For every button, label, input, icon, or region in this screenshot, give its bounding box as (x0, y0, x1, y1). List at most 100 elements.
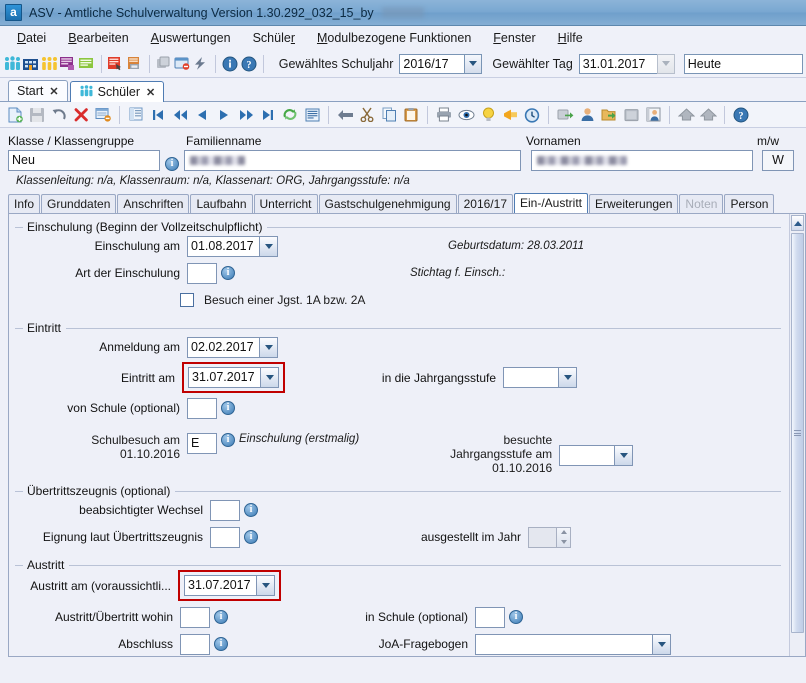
menu-hilfe[interactable]: Hilfe (547, 29, 594, 47)
joa-fragebogen-combo[interactable] (475, 633, 671, 655)
next-record-icon[interactable] (213, 104, 235, 126)
schoolyear-combo[interactable]: 2016/17 (399, 53, 483, 74)
info-icon[interactable]: i (221, 266, 235, 280)
refresh-icon[interactable] (279, 104, 301, 126)
vertical-scrollbar[interactable] (789, 214, 805, 656)
up-arrow-all-icon[interactable] (697, 104, 719, 126)
hint-icon[interactable] (477, 104, 499, 126)
students-icon[interactable] (3, 53, 22, 75)
info-icon[interactable]: i (165, 157, 179, 171)
vornamen-input[interactable] (531, 150, 753, 171)
red-book-icon[interactable] (107, 53, 126, 75)
in-die-jahrgangsstufe-combo[interactable] (503, 367, 577, 388)
tab-info[interactable]: Info (8, 194, 41, 213)
print-report-icon[interactable] (125, 53, 144, 75)
new-record-icon[interactable] (4, 104, 26, 126)
prev-record-icon[interactable] (191, 104, 213, 126)
clock-icon[interactable] (521, 104, 543, 126)
spin-up-button[interactable] (557, 528, 570, 538)
copy-icon[interactable] (378, 104, 400, 126)
besuchte-jahrgangsstufe-input[interactable] (559, 445, 615, 466)
first-record-icon[interactable] (147, 104, 169, 126)
besuch-jgst-checkbox[interactable] (180, 293, 194, 307)
in-schule-input[interactable] (475, 606, 505, 628)
info-icon[interactable] (221, 53, 240, 75)
einschulung-am-combo[interactable]: 01.08.2017 (187, 235, 278, 257)
info-icon[interactable]: i (244, 503, 258, 517)
schoolyear-value[interactable]: 2016/17 (399, 53, 465, 74)
abschluss-input[interactable] (180, 633, 210, 655)
ausgestellt-im-jahr-input[interactable] (528, 526, 556, 548)
austritt-am-combo[interactable]: 31.07.2017 (184, 575, 275, 596)
list-view-icon[interactable] (125, 104, 147, 126)
folder-export-icon[interactable] (598, 104, 620, 126)
report-list-icon[interactable] (301, 104, 323, 126)
austritt-wohin-input[interactable] (180, 606, 210, 628)
eintritt-am-combo[interactable]: 31.07.2017 (188, 367, 279, 388)
anmeldung-am-combo[interactable]: 02.02.2017 (187, 336, 278, 358)
tab-anschriften[interactable]: Anschriften (117, 194, 190, 213)
cut-icon[interactable] (356, 104, 378, 126)
classes-icon[interactable] (59, 53, 78, 75)
day-combo[interactable]: 31.01.2017 (578, 53, 675, 74)
in-die-jahrgangsstufe-input[interactable] (503, 367, 558, 388)
tab-laufbahn[interactable]: Laufbahn (190, 194, 253, 213)
spin-down-button[interactable] (557, 537, 570, 547)
anmeldung-am-dropdown-button[interactable] (259, 336, 278, 358)
school-building-icon[interactable] (22, 53, 41, 75)
tab-erweiterungen[interactable]: Erweiterungen (589, 194, 679, 213)
eintritt-am-input[interactable]: 31.07.2017 (188, 367, 260, 388)
doctab-start[interactable]: Start ✕ (8, 80, 68, 101)
joa-fragebogen-dropdown-button[interactable] (652, 633, 671, 655)
info-icon[interactable]: i (214, 610, 228, 624)
tab-unterricht[interactable]: Unterricht (253, 194, 318, 213)
schoolyear-dropdown-button[interactable] (464, 53, 483, 74)
austritt-am-dropdown-button[interactable] (256, 575, 275, 596)
delete-icon[interactable] (70, 104, 92, 126)
scroll-up-button[interactable] (791, 215, 804, 231)
info-icon[interactable]: i (244, 530, 258, 544)
eignung-input[interactable] (210, 526, 240, 548)
day-value[interactable]: 31.01.2017 (578, 53, 657, 74)
besuchte-jahrgangsstufe-combo[interactable] (559, 445, 634, 466)
anmeldung-am-input[interactable]: 02.02.2017 (187, 336, 259, 358)
menu-bearbeiten[interactable]: Bearbeiten (57, 29, 139, 47)
up-arrow-icon[interactable] (675, 104, 697, 126)
teachers-icon[interactable] (40, 53, 59, 75)
close-icon[interactable]: ✕ (49, 85, 58, 98)
beabsichtigter-wechsel-input[interactable] (210, 499, 240, 521)
paste-icon[interactable] (400, 104, 422, 126)
tab-ein-austritt[interactable]: Ein-/Austritt (514, 193, 589, 213)
undo-icon[interactable] (48, 104, 70, 126)
mw-button[interactable]: W (762, 150, 794, 171)
close-icon[interactable]: ✕ (146, 86, 155, 99)
help-icon[interactable]: ? (239, 53, 258, 75)
menu-datei[interactable]: Datei (6, 29, 57, 47)
menu-modulbezogene-funktionen[interactable]: Modulbezogene Funktionen (306, 29, 482, 47)
info-icon[interactable]: i (221, 433, 235, 447)
export-icon[interactable] (554, 104, 576, 126)
today-field[interactable]: Heute (683, 53, 803, 74)
help-circle-icon[interactable]: ? (730, 104, 752, 126)
person-import-icon[interactable] (576, 104, 598, 126)
info-icon[interactable]: i (509, 610, 523, 624)
in-die-jahrgangsstufe-dropdown-button[interactable] (558, 367, 577, 388)
eintritt-am-dropdown-button[interactable] (260, 367, 279, 388)
besuchte-jahrgangsstufe-dropdown-button[interactable] (614, 445, 634, 466)
last-record-icon[interactable] (257, 104, 279, 126)
joa-fragebogen-input[interactable] (475, 633, 652, 655)
preview-icon[interactable] (455, 104, 477, 126)
info-icon[interactable]: i (214, 637, 228, 651)
einschulung-am-dropdown-button[interactable] (259, 235, 278, 257)
prev-page-icon[interactable] (169, 104, 191, 126)
tab-grunddaten[interactable]: Grunddaten (41, 194, 117, 213)
edit-list-icon[interactable] (92, 104, 114, 126)
doctab-schueler[interactable]: Schüler ✕ (69, 81, 165, 102)
reports-icon[interactable] (77, 53, 96, 75)
klasse-input[interactable]: Neu (8, 150, 160, 171)
tab-2016-17[interactable]: 2016/17 (457, 194, 513, 213)
menu-schueler[interactable]: Schüler (242, 29, 306, 47)
next-page-icon[interactable] (235, 104, 257, 126)
menu-auswertungen[interactable]: Auswertungen (140, 29, 242, 47)
ausgestellt-im-jahr-spin-buttons[interactable] (556, 526, 571, 548)
